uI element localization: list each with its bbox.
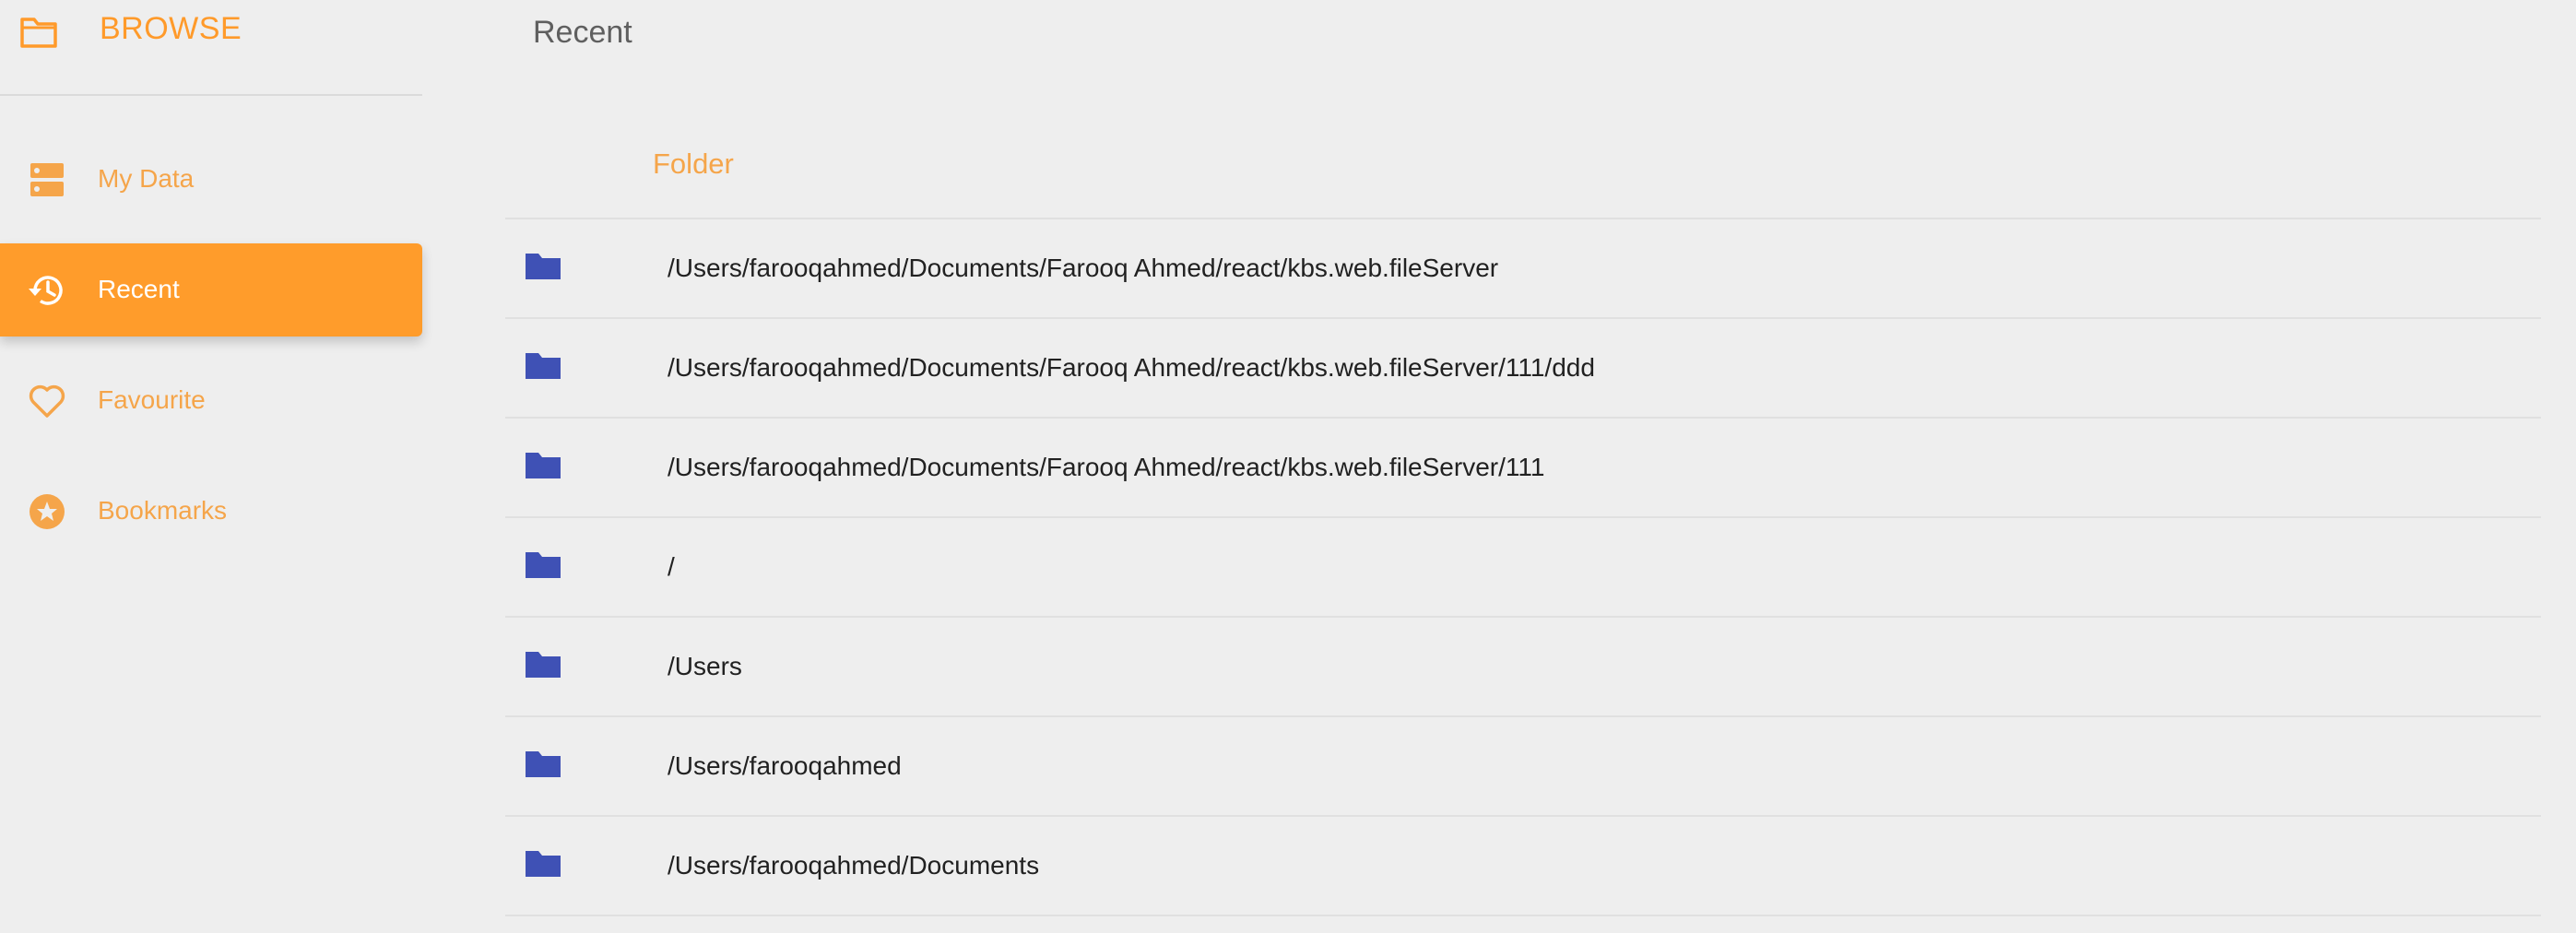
table-row[interactable]: /	[505, 518, 2541, 618]
folder-icon	[526, 851, 561, 877]
folder-path: /	[668, 552, 675, 581]
brand-label: BROWSE	[100, 11, 242, 46]
sidebar-item-label: Recent	[98, 275, 180, 303]
sidebar-brand: BROWSE	[0, 0, 422, 96]
sidebar-item-favourite[interactable]: Favourite	[0, 354, 422, 447]
sidebar: BROWSE My Data Recent Favourite Bookmark…	[0, 0, 422, 933]
table-row[interactable]: /Users/farooqahmed/Documents/Farooq Ahme…	[505, 319, 2541, 419]
storage-icon	[30, 163, 64, 196]
folder-icon	[526, 254, 561, 279]
table-row[interactable]: /Users/farooqahmed/Documents/Farooq Ahme…	[505, 219, 2541, 319]
sidebar-item-bookmarks[interactable]: Bookmarks	[0, 465, 422, 558]
sidebar-item-label: My Data	[98, 164, 195, 193]
table-row[interactable]: /Users/farooqahmed/Documents/Farooq Ahme…	[505, 419, 2541, 518]
column-header-folder[interactable]: Folder	[653, 148, 734, 181]
folder-icon	[526, 552, 561, 578]
sidebar-item-label: Bookmarks	[98, 496, 228, 525]
folder-path: /Users/farooqahmed/Documents/Farooq Ahme…	[668, 254, 1499, 282]
sidebar-item-my-data[interactable]: My Data	[0, 133, 422, 226]
folder-path: /Users/farooqahmed/Documents/Farooq Ahme…	[668, 453, 1545, 481]
table-row[interactable]: /Users/farooqahmed/Documents	[505, 817, 2541, 916]
folder-icon	[526, 751, 561, 777]
sidebar-item-recent[interactable]: Recent	[0, 243, 422, 337]
history-icon	[29, 276, 63, 305]
sidebar-item-label: Favourite	[98, 385, 206, 414]
folder-path: /Users	[668, 652, 742, 680]
star-circle-icon	[30, 494, 65, 529]
recent-folders-table: Folder /Users/farooqahmed/Documents/Faro…	[505, 120, 2541, 916]
page-title: Recent	[533, 15, 632, 50]
table-row[interactable]: /Users/farooqahmed	[505, 717, 2541, 817]
folder-path: /Users/farooqahmed	[668, 751, 902, 780]
heart-outline-icon	[29, 384, 65, 418]
table-header: Folder	[505, 120, 2541, 219]
folder-path: /Users/farooqahmed/Documents/Farooq Ahme…	[668, 353, 1595, 382]
folder-outline-icon	[20, 18, 57, 48]
folder-icon	[526, 652, 561, 678]
folder-icon	[526, 453, 561, 478]
file-browser-app: BROWSE My Data Recent Favourite Bookmark…	[0, 0, 2576, 933]
folder-path: /Users/farooqahmed/Documents	[668, 851, 1040, 880]
table-row[interactable]: /Users	[505, 618, 2541, 717]
folder-icon	[526, 353, 561, 379]
